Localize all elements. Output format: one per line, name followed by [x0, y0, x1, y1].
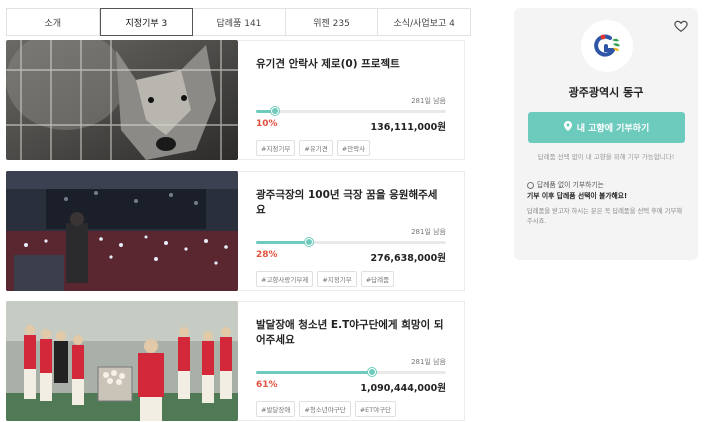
progress-knob [305, 238, 314, 246]
project-title[interactable]: 유기견 안락사 제로(0) 프로젝트 [256, 57, 446, 72]
tag[interactable]: #청소년야구단 [299, 401, 351, 417]
tab-intro[interactable]: 소개 [7, 9, 100, 35]
progress-fill [256, 368, 376, 376]
days-remaining: 281일 남음 [411, 228, 446, 236]
tag[interactable]: #유기견 [299, 140, 333, 156]
project-title[interactable]: 광주극장의 100년 극장 꿈을 응원해주세요 [256, 188, 446, 218]
progress-bar [256, 107, 446, 115]
tab-gifts[interactable]: 답례품 141 [193, 9, 286, 35]
org-logo [581, 20, 633, 72]
progress-bar [256, 368, 446, 376]
project-card[interactable]: 유기견 안락사 제로(0) 프로젝트 281일 남음 10% 136,111,0… [6, 40, 465, 160]
notice-description: 답례품을 받고자 하시는 분은 꼭 답례품을 선택 후에 기부해주시죠. [527, 208, 683, 225]
progress-fill [256, 107, 279, 115]
progress-percent: 28% [256, 250, 278, 260]
tag-list: #지정기부 #유기견 #안락사 [256, 140, 371, 156]
raised-amount: 276,638,000원 [370, 253, 446, 264]
tag[interactable]: #지정기부 [256, 140, 296, 156]
project-info: 광주극장의 100년 극장 꿈을 응원해주세요 281일 남음 28% 276,… [238, 171, 465, 291]
location-pin-icon [563, 121, 572, 134]
info-circle-icon [527, 182, 534, 189]
progress-percent: 61% [256, 380, 278, 390]
project-title[interactable]: 발달장애 청소년 E.T야구단에게 희망이 되어주세요 [256, 318, 446, 348]
days-remaining: 281일 남음 [411, 358, 446, 366]
progress-percent: 10% [256, 119, 278, 129]
tab-cheer[interactable]: 위젠 235 [286, 9, 379, 35]
donation-sidebar: 광주광역시 동구 내 고향에 기부하기 답례품 선택 없이 내 고향을 위해 기… [514, 8, 698, 260]
donate-hometown-button[interactable]: 내 고향에 기부하기 [528, 112, 685, 143]
project-image-baseball[interactable] [6, 301, 238, 421]
tag[interactable]: #ET야구단 [354, 401, 397, 417]
days-remaining: 281일 남음 [411, 97, 446, 105]
tag[interactable]: #안락사 [336, 140, 371, 156]
tab-designated-donation[interactable]: 지정기부 3 [99, 8, 194, 36]
project-info: 발달장애 청소년 E.T야구단에게 희망이 되어주세요 281일 남음 61% … [238, 301, 465, 421]
org-name: 광주광역시 동구 [568, 86, 644, 99]
project-card[interactable]: 광주극장의 100년 극장 꿈을 응원해주세요 281일 남음 28% 276,… [6, 171, 465, 291]
raised-amount: 1,090,444,000원 [360, 383, 446, 394]
progress-knob [271, 107, 279, 115]
progress-knob [367, 368, 376, 376]
tag-list: #발달장애 #청소년야구단 #ET야구단 [256, 401, 397, 417]
project-card[interactable]: 발달장애 청소년 E.T야구단에게 희망이 되어주세요 281일 남음 61% … [6, 301, 465, 421]
donate-note: 답례품 선택 없이 내 고향을 위해 기부 가능합니다! [537, 153, 675, 161]
heart-icon[interactable] [674, 18, 688, 32]
tag[interactable]: #지정기부 [317, 271, 357, 287]
project-image-dog[interactable] [6, 40, 238, 160]
notice-box: 답례품 없이 기부하기는 기부 이후 답례품 선택이 불가해요! 답례품을 받고… [527, 180, 687, 227]
notice-title: 답례품 없이 기부하기는 [537, 181, 604, 189]
tab-news-report[interactable]: 소식/사업보고 4 [378, 9, 470, 35]
donate-button-label: 내 고향에 기부하기 [576, 124, 650, 134]
notice-warning: 기부 이후 답례품 선택이 불가해요! [527, 192, 628, 200]
tag[interactable]: #답례품 [360, 271, 395, 287]
tag[interactable]: #고향사랑기부제 [256, 271, 314, 287]
tag-list: #고향사랑기부제 #지정기부 #답례품 [256, 271, 395, 287]
progress-fill [256, 238, 314, 246]
progress-bar [256, 238, 446, 246]
project-info: 유기견 안락사 제로(0) 프로젝트 281일 남음 10% 136,111,0… [238, 40, 465, 160]
tag[interactable]: #발달장애 [256, 401, 296, 417]
project-image-theater[interactable] [6, 171, 238, 291]
raised-amount: 136,111,000원 [370, 122, 446, 133]
tab-bar: 소개 지정기부 3 답례품 141 위젠 235 소식/사업보고 4 [6, 8, 471, 36]
